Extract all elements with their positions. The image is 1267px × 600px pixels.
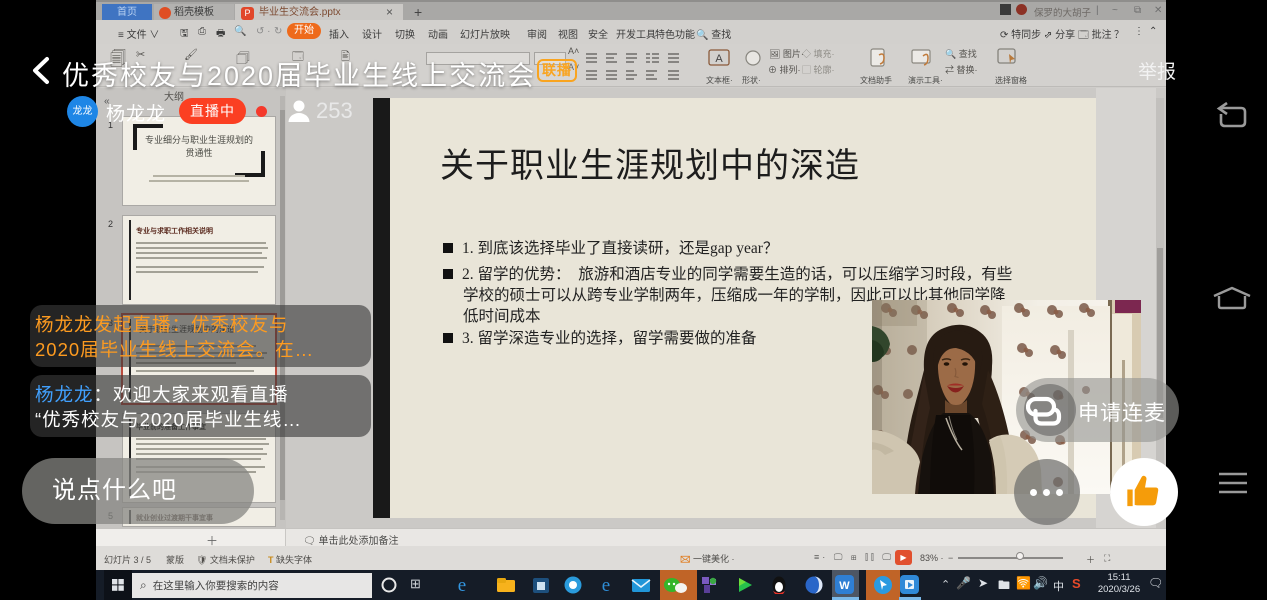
svg-text:e: e: [602, 575, 610, 596]
svg-text:e: e: [458, 575, 466, 596]
svg-text:W: W: [839, 580, 850, 592]
svg-text:A: A: [715, 53, 723, 65]
